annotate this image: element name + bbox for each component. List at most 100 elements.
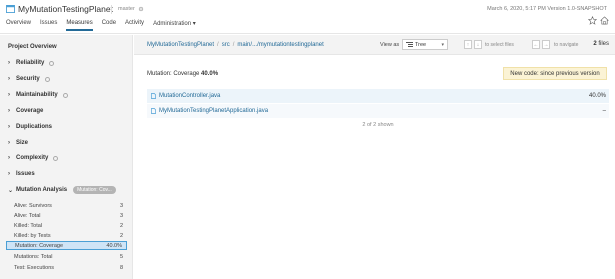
file-count-number: 2 [593,41,597,47]
breadcrumb-separator: / [232,42,235,48]
sidebar-item-size[interactable]: › Size [8,140,28,146]
project-icon [6,5,15,13]
tab-administration[interactable]: Administration ▾ [153,20,196,31]
tab-code[interactable]: Code [102,20,116,31]
chevron-right-icon: › [8,155,10,161]
tab-activity[interactable]: Activity [125,20,144,31]
file-icon [151,93,156,99]
arrow-down-key-icon: ↓ [474,40,482,49]
sidebar-item-maintainability[interactable]: › Maintainability [8,92,68,98]
star-icon[interactable] [588,16,597,25]
sidebar-item-duplications[interactable]: › Duplications [8,124,52,130]
file-name[interactable]: MutationController.java [159,93,589,99]
sidebar-item-mutation-analysis[interactable]: ⌄ Mutation Analysis Mutation: Cov... [8,186,116,194]
chevron-right-icon: › [8,108,10,114]
metric-item-alive-survivors[interactable]: Alive: Survivors 3 [6,201,127,210]
chevron-down-icon: ▾ [441,42,444,48]
analysis-date-version: March 6, 2020, 5:17 PM Version 1.0-SNAPS… [487,6,607,12]
chevron-right-icon: › [8,171,10,177]
metric-value: 5 [119,253,123,260]
sidebar-item-label: Duplications [16,124,53,130]
table-row[interactable]: MyMutationTestingPlanetApplication.java … [147,104,609,118]
file-name[interactable]: MyMutationTestingPlanetApplication.java [159,108,603,114]
file-icon [151,108,156,114]
metric-item-alive-total[interactable]: Alive: Total 3 [6,211,127,220]
metric-header: Mutation: Coverage 40.0% [147,71,218,77]
info-icon[interactable] [49,60,55,66]
sidebar-item-label: Maintainability [16,92,58,98]
info-icon[interactable] [44,76,50,82]
metric-value: 2 [119,232,123,239]
table-row[interactable]: MutationController.java 40.0% [147,89,609,103]
metric-item-test-executions[interactable]: Test: Executions 8 [6,263,127,272]
metric-item-mutations-total[interactable]: Mutations: Total 5 [6,252,127,261]
selected-metric-badge: Mutation: Cov... [73,186,116,194]
sidebar-item-label: Issues [16,171,35,177]
breadcrumb: MyMutationTestingPlanet / src / main/...… [147,42,324,48]
info-icon[interactable] [53,155,59,161]
sidebar-item-reliability[interactable]: › Reliability [8,60,55,66]
view-as-label: View as [380,42,400,48]
tab-overview[interactable]: Overview [6,20,31,31]
sidebar-item-label: Complexity [16,155,49,161]
branch-name[interactable]: master [118,6,135,12]
project-name[interactable]: MyMutationTestingPlanet [18,4,113,14]
metric-item-killed-by-tests[interactable]: Killed: by Tests 2 [6,231,127,240]
breadcrumb-package[interactable]: main/.../mymutationtestingplanet [237,42,323,48]
select-files-hint: to select files [485,42,514,48]
sidebar-title-project-overview[interactable]: Project Overview [8,44,57,50]
metric-item-killed-total[interactable]: Killed: Total 2 [6,221,127,230]
metric-value: 40.0% [106,242,122,249]
metric-value: 2 [119,222,123,229]
home-icon[interactable] [600,16,609,25]
chevron-right-icon: › [8,140,10,146]
header-separator [111,5,112,14]
metric-item-mutation-coverage[interactable]: Mutation: Coverage 40.0% [6,241,127,250]
sidebar-item-label: Size [16,140,29,146]
sidebar-item-label: Reliability [16,60,45,66]
tree-icon [406,42,413,47]
breadcrumb-project[interactable]: MyMutationTestingPlanet [147,42,214,48]
sidebar-item-security[interactable]: › Security [8,76,50,82]
view-as-value: Tree [415,41,427,48]
breadcrumb-src[interactable]: src [222,42,230,48]
sidebar-item-label: Coverage [16,108,44,114]
metric-value: 3 [119,212,123,219]
measures-sidebar: Project Overview › Reliability › Securit… [0,35,133,279]
chevron-right-icon: › [8,60,10,66]
arrow-up-key-icon: ↑ [464,40,472,49]
metric-header-value: 40.0% [201,71,219,77]
tab-issues[interactable]: Issues [40,20,57,31]
metric-label: Test: Executions [14,264,55,271]
gear-icon[interactable] [138,6,144,12]
breadcrumb-separator: / [217,42,219,48]
info-icon[interactable] [62,92,68,98]
file-metric-value: – [602,108,606,114]
metric-label: Killed: by Tests [14,232,51,239]
arrow-left-key-icon: ← [532,40,540,49]
file-metric-value: 40.0% [588,93,606,99]
file-count: 2 files [593,41,609,47]
shown-count: 2 of 2 shown [362,122,394,128]
sidebar-item-complexity[interactable]: › Complexity [8,155,59,161]
metric-value: 3 [119,202,123,209]
measure-main-panel: MyMutationTestingPlanet / src / main/...… [134,35,615,279]
sidebar-item-issues[interactable]: › Issues [8,171,35,177]
metric-label: Mutation: Coverage [15,242,63,249]
view-as-select[interactable]: Tree ▾ [402,39,448,50]
chevron-down-icon: ⌄ [8,187,14,194]
tab-measures[interactable]: Measures [66,20,93,31]
chevron-right-icon: › [8,92,10,98]
top-bar: MyMutationTestingPlanet master March 6, … [0,0,615,34]
sidebar-item-coverage[interactable]: › Coverage [8,108,43,114]
metric-label: Alive: Total [14,212,41,219]
new-code-period-box: New code: since previous version [503,67,607,80]
metric-header-label: Mutation: Coverage [147,71,200,77]
project-nav: Overview Issues Measures Code Activity A… [6,20,196,31]
chevron-right-icon: › [8,124,10,130]
header-actions [588,16,609,25]
navigate-hint: to navigate [554,42,579,48]
metric-label: Killed: Total [14,222,43,229]
metric-value: 8 [119,264,123,271]
file-count-label: files [598,41,609,47]
